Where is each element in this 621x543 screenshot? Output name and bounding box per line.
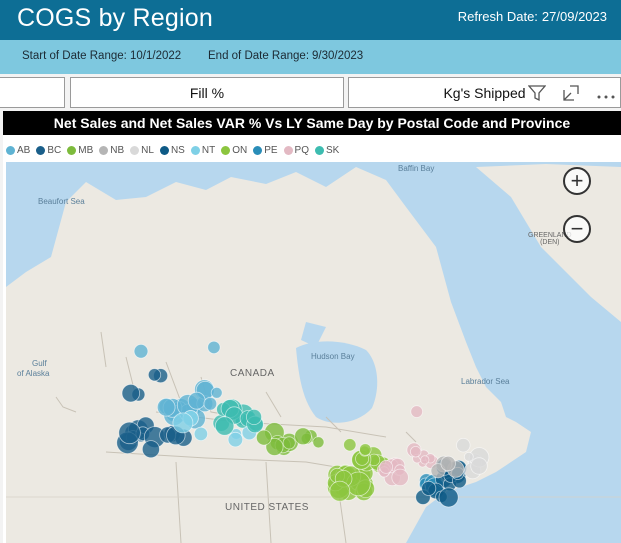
map-bubble-nl[interactable] xyxy=(456,438,471,453)
map-bubble-pq[interactable] xyxy=(410,446,422,458)
legend-item-bc[interactable]: BC xyxy=(36,145,61,156)
legend-swatch xyxy=(221,145,231,155)
map-bubble-mb[interactable] xyxy=(255,429,272,446)
map-bubble-ab[interactable] xyxy=(133,344,149,359)
start-date-label: Start of Date Range: xyxy=(22,50,127,62)
legend-label: SK xyxy=(326,144,340,156)
bubble-layer xyxy=(116,340,490,508)
map-bubble-mb[interactable] xyxy=(282,436,296,450)
map-bubble-nl[interactable] xyxy=(463,451,474,462)
map-bubble-nl[interactable] xyxy=(470,457,488,475)
legend-item-ns[interactable]: NS xyxy=(159,144,185,156)
map-bubble-ab[interactable] xyxy=(203,396,218,411)
map-bubble-bc[interactable] xyxy=(141,440,160,459)
report-page: COGS by Region Refresh Date: 27/09/2023 S… xyxy=(0,0,621,543)
map-bubble-ab[interactable] xyxy=(156,397,176,417)
map-bubble-pq[interactable] xyxy=(410,405,424,418)
legend-label: PQ xyxy=(294,144,309,156)
map-bubble-sk[interactable] xyxy=(214,416,235,436)
legend-label: MB xyxy=(78,144,94,156)
tab-blank[interactable] xyxy=(0,77,65,108)
legend-label: NS xyxy=(170,144,185,156)
date-range-bar: Start of Date Range: 10/1/2022 End of Da… xyxy=(0,40,621,74)
map-canvas[interactable]: Baffin Bay Beaufort Sea GREENLAND (DEN) G… xyxy=(6,162,621,543)
map-bubble-ns[interactable] xyxy=(438,487,459,508)
map-bubble-pq[interactable] xyxy=(391,468,409,487)
legend-swatch xyxy=(315,145,324,155)
legend-swatch xyxy=(99,145,109,155)
start-date-value: 10/1/2022 xyxy=(130,50,182,62)
map-bubble-ab[interactable] xyxy=(187,391,206,410)
legend-label: BC xyxy=(47,144,62,156)
map-bubble-ab[interactable] xyxy=(207,340,221,354)
map-bubble-nt[interactable] xyxy=(172,412,194,434)
map-bubble-mb[interactable] xyxy=(294,427,312,446)
legend-swatch xyxy=(190,145,200,155)
refresh-date: Refresh Date: 27/09/2023 xyxy=(454,9,607,24)
map-bubble-sk[interactable] xyxy=(245,408,262,425)
end-date-value: 9/30/2023 xyxy=(312,50,364,62)
map-bubble-mb[interactable] xyxy=(312,436,325,449)
legend-swatch xyxy=(283,145,293,155)
legend-label: NL xyxy=(141,144,154,156)
tab-kgs-shipped[interactable]: Kg's Shipped xyxy=(348,77,621,108)
legend-swatch xyxy=(67,145,77,155)
zoom-out-button[interactable]: − xyxy=(563,215,591,243)
tab-fill-percent[interactable]: Fill % xyxy=(70,77,344,108)
legend-swatch xyxy=(159,145,169,155)
map-bubble-on[interactable] xyxy=(359,443,372,456)
refresh-value: 27/09/2023 xyxy=(541,9,607,24)
report-header: COGS by Region Refresh Date: 27/09/2023 xyxy=(0,0,621,40)
map-bubble-nt[interactable] xyxy=(193,426,208,441)
filter-icon[interactable] xyxy=(528,84,546,102)
legend-item-on[interactable]: ON xyxy=(221,145,247,156)
map-bubble-on[interactable] xyxy=(343,438,357,452)
map-bubble-nt[interactable] xyxy=(227,431,244,448)
legend-label: NB xyxy=(110,144,125,156)
zoom-in-button[interactable]: + xyxy=(563,167,591,195)
focus-mode-icon[interactable] xyxy=(562,84,580,102)
map-bubble-pq[interactable] xyxy=(379,459,394,474)
map-legend: AB BC MB NB NL NS NT ON PE PQ SK xyxy=(6,142,345,158)
map-bubble-bc[interactable] xyxy=(121,383,141,403)
legend-item-mb[interactable]: MB xyxy=(67,145,93,156)
legend-label: AB xyxy=(17,144,31,156)
legend-item-nl[interactable]: NL xyxy=(130,145,154,156)
legend-swatch xyxy=(130,145,140,155)
legend-item-nb[interactable]: NB xyxy=(99,145,124,156)
map-visual: Net Sales and Net Sales VAR % Vs LY Same… xyxy=(3,111,621,543)
map-bubble-bc[interactable] xyxy=(147,368,162,382)
map-bubble-ab[interactable] xyxy=(210,386,223,399)
map-bubble-bc[interactable] xyxy=(118,421,141,445)
legend-item-sk[interactable]: SK xyxy=(315,145,339,156)
map-bubble-pq[interactable] xyxy=(420,455,430,465)
legend-label: PE xyxy=(264,144,278,156)
page-title: COGS by Region xyxy=(17,4,213,32)
legend-label: NT xyxy=(201,144,216,156)
visual-title: Net Sales and Net Sales VAR % Vs LY Same… xyxy=(3,111,621,135)
legend-item-pe[interactable]: PE xyxy=(253,144,278,156)
refresh-label: Refresh Date: xyxy=(457,9,538,24)
legend-item-pq[interactable]: PQ xyxy=(283,144,309,156)
legend-item-ab[interactable]: AB xyxy=(6,145,30,156)
legend-swatch xyxy=(253,145,263,155)
more-options-icon[interactable] xyxy=(595,84,617,102)
end-date-label: End of Date Range: xyxy=(208,50,310,62)
legend-item-nt[interactable]: NT xyxy=(190,144,216,156)
legend-swatch xyxy=(36,145,46,155)
legend-label: ON xyxy=(232,144,248,156)
legend-swatch xyxy=(6,145,15,155)
map-bubble-on[interactable] xyxy=(329,480,351,502)
map-bubble-nb[interactable] xyxy=(440,455,456,472)
map-bubble-ns[interactable] xyxy=(421,480,437,496)
